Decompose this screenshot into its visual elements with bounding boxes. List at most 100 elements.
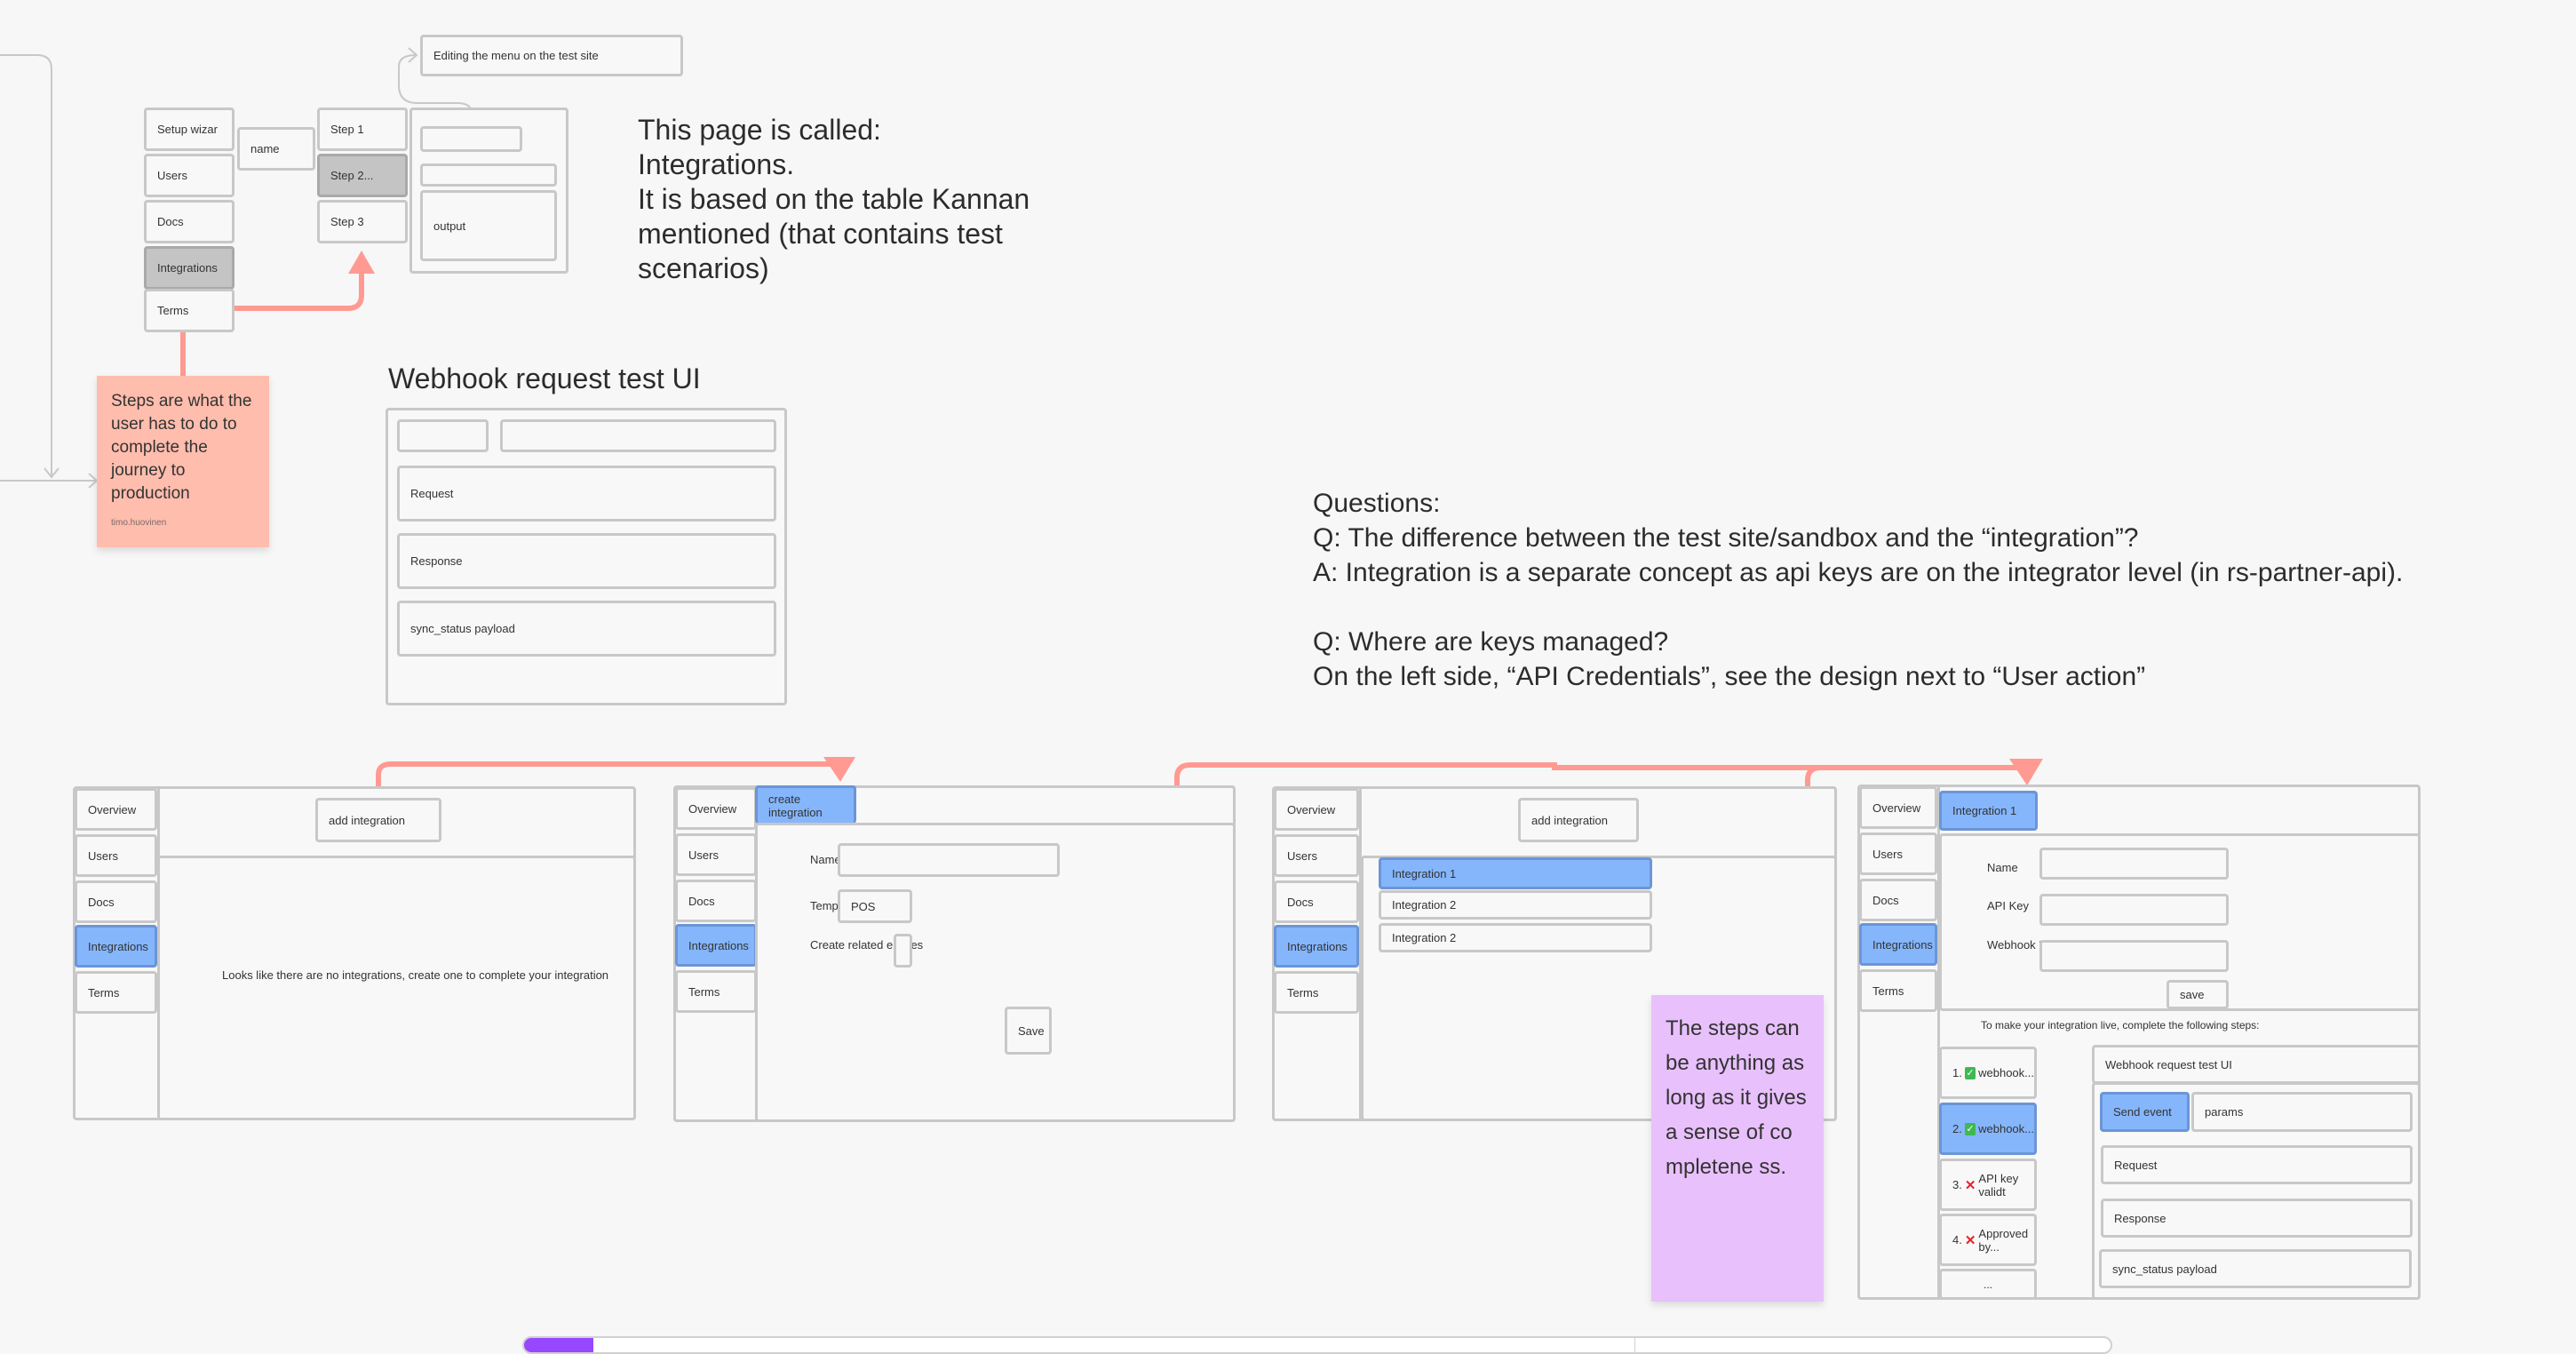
instructions-text: To make your integration live, complete … (1981, 1019, 2260, 1031)
add-integration-button[interactable]: add integration (1518, 798, 1639, 842)
step-item-3[interactable]: Step 3 (317, 200, 408, 243)
sidebar-label: Docs (88, 895, 115, 909)
empty-state: Looks like there are no integrations, cr… (157, 856, 636, 1120)
input-placeholder[interactable] (420, 163, 557, 187)
sidebar-item-users[interactable]: Users (675, 833, 757, 876)
page-note: This page is called: Integrations. It is… (638, 114, 1030, 284)
sidebar-label: Terms (688, 984, 720, 999)
sidebar-label: Docs (688, 894, 715, 908)
params-input[interactable]: params (2191, 1092, 2413, 1132)
nav-label: Docs (157, 215, 184, 228)
nav-item-integrations[interactable]: Integrations (144, 246, 235, 290)
list-item-integration-3[interactable]: Integration 2 (1379, 923, 1652, 952)
step-label: webhook... (1978, 1066, 2034, 1079)
name-input[interactable] (838, 843, 1060, 877)
tab-integration-1[interactable]: Integration 1 (1939, 791, 2038, 831)
sidebar-item-overview[interactable]: Overview (75, 788, 157, 831)
step-label: Step 2... (330, 169, 374, 182)
sidebar-item-docs[interactable]: Docs (675, 880, 757, 922)
nav-label: Terms (157, 304, 189, 317)
sidebar-item-terms[interactable]: Terms (75, 971, 157, 1014)
url-field[interactable] (500, 419, 776, 452)
api-key-input[interactable] (2039, 894, 2229, 926)
button-label: add integration (329, 813, 406, 827)
step-label: webhook... (1978, 1122, 2034, 1135)
name-input[interactable] (2039, 848, 2229, 880)
name-label: Name (810, 853, 841, 866)
list-item-integration-1[interactable]: Integration 1 (1379, 857, 1652, 889)
field-label: sync_status payload (410, 622, 515, 635)
tab-create-integration[interactable]: create integration (755, 785, 856, 824)
sidebar-item-terms[interactable]: Terms (1859, 969, 1937, 1012)
nav-label: Setup wizar (157, 123, 218, 136)
sidebar-item-users[interactable]: Users (1274, 834, 1359, 877)
list-item-label: Integration 2 (1392, 931, 1457, 944)
related-entities-checkbox[interactable] (894, 934, 912, 968)
sidebar-item-docs[interactable]: Docs (75, 880, 157, 923)
empty-state-message: Looks like there are no integrations, cr… (222, 968, 609, 982)
sidebar-item-integrations[interactable]: Integrations (1859, 923, 1937, 966)
nav-item-setup-wizard[interactable]: Setup wizar (144, 108, 235, 151)
sticky-note-completeness[interactable]: The steps can be anything as long as it … (1651, 995, 1824, 1302)
sidebar-item-users[interactable]: Users (1859, 832, 1937, 875)
bottom-toolbar[interactable] (522, 1336, 2112, 1354)
list-item-integration-2[interactable]: Integration 2 (1379, 890, 1652, 920)
nav-label: Users (157, 169, 187, 182)
sidebar-item-terms[interactable]: Terms (675, 970, 757, 1013)
sidebar-item-integrations[interactable]: Integrations (675, 924, 757, 967)
nav-item-docs[interactable]: Docs (144, 200, 235, 243)
sidebar-label: Integrations (688, 938, 749, 952)
output-label: output (433, 219, 466, 233)
webhook-url-input[interactable] (2039, 940, 2229, 972)
name-field[interactable]: name (237, 127, 315, 171)
arrowhead-icon (2009, 759, 2043, 785)
button-label: Save (1018, 1023, 1045, 1038)
step-item-2[interactable]: 2. ✓ webhook... (1939, 1103, 2037, 1155)
save-button[interactable]: Save (1005, 1007, 1052, 1055)
sticky-author: timo.huovinen (111, 518, 167, 528)
sidebar-item-docs[interactable]: Docs (1859, 879, 1937, 921)
toolbar-active-tool[interactable] (524, 1338, 593, 1352)
sidebar-item-terms[interactable]: Terms (1274, 971, 1359, 1014)
template-select[interactable]: POS (838, 889, 912, 923)
sidebar-label: Users (688, 848, 719, 862)
step-item-1[interactable]: Step 1 (317, 108, 408, 151)
step-item-1[interactable]: 1. ✓ webhook... (1939, 1047, 2037, 1099)
sidebar-item-overview[interactable]: Overview (1859, 786, 1937, 829)
save-button[interactable]: save (2167, 980, 2229, 1009)
step-number: 3. (1952, 1178, 1962, 1191)
step-item-3[interactable]: 3. ✕ API key validt (1939, 1159, 2037, 1211)
step-number: 4. (1952, 1233, 1962, 1246)
sidebar-label: Overview (1872, 800, 1921, 815)
sidebar-item-overview[interactable]: Overview (675, 787, 757, 830)
check-icon: ✓ (1964, 1066, 1976, 1079)
nav-item-users[interactable]: Users (144, 154, 235, 197)
params-label: params (2205, 1105, 2244, 1119)
sidebar-label: Integrations (1872, 937, 1933, 952)
sticky-note-steps[interactable]: Steps are what the user has to do to com… (97, 376, 269, 547)
step-item-2[interactable]: Step 2... (317, 154, 408, 197)
sidebar-item-users[interactable]: Users (75, 834, 157, 877)
step-item-more[interactable]: ... (1939, 1269, 2037, 1300)
name-label: name (250, 142, 280, 155)
sidebar-label: Overview (1287, 802, 1336, 816)
sidebar-label: Docs (1287, 895, 1314, 909)
response-field: Response (397, 533, 776, 589)
name-label: Name (1987, 861, 2018, 874)
sidebar-label: Terms (88, 985, 120, 1000)
send-event-button[interactable]: Send event (2100, 1092, 2190, 1132)
sidebar-item-overview[interactable]: Overview (1274, 788, 1359, 831)
step-item-4[interactable]: 4. ✕ Approved by... (1939, 1214, 2037, 1266)
nav-item-terms[interactable]: Terms (144, 289, 235, 332)
sidebar-item-integrations[interactable]: Integrations (75, 925, 157, 968)
template-value: POS (851, 899, 876, 913)
sidebar-label: Terms (1287, 985, 1319, 1000)
input-placeholder[interactable] (420, 126, 522, 152)
sidebar-label: Users (88, 848, 118, 863)
step-label: API key validt (1978, 1171, 2019, 1199)
sidebar-item-docs[interactable]: Docs (1274, 880, 1359, 923)
sidebar-item-integrations[interactable]: Integrations (1274, 925, 1359, 968)
arrowhead-icon (408, 47, 418, 63)
method-field[interactable] (397, 419, 489, 452)
add-integration-button[interactable]: add integration (315, 798, 441, 842)
